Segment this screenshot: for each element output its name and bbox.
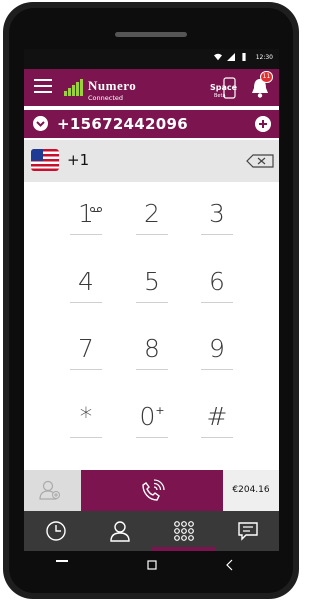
- earpiece-speaker: [115, 32, 187, 37]
- nav-recents[interactable]: [24, 511, 88, 551]
- back-key-icon[interactable]: [226, 559, 234, 571]
- account-balance[interactable]: €204.16: [223, 470, 279, 511]
- home-key-icon[interactable]: [147, 560, 157, 570]
- space-label: Space: [210, 83, 238, 92]
- connection-status: Connected: [88, 94, 124, 102]
- key-2[interactable]: 2: [135, 199, 169, 235]
- country-selector[interactable]: +1: [24, 140, 279, 182]
- key-8-digit: 8: [144, 334, 160, 363]
- space-beta-label: Beta: [214, 93, 226, 99]
- key-1-digit: 1: [78, 199, 94, 228]
- bottom-navigation: [24, 511, 279, 551]
- nav-messages[interactable]: [216, 511, 279, 551]
- menu-key-icon[interactable]: [56, 560, 68, 563]
- chat-icon: [238, 522, 258, 541]
- key-5-digit: 5: [144, 267, 160, 296]
- key-9-digit: 9: [209, 334, 225, 363]
- backspace-icon[interactable]: [246, 154, 274, 168]
- key-hash-digit: #: [206, 402, 228, 431]
- key-star-digit: *: [79, 402, 93, 431]
- key-4-digit: 4: [78, 267, 94, 296]
- clock-icon: [46, 521, 66, 541]
- dialed-number[interactable]: +15672442096: [57, 115, 188, 133]
- app-logo: Numero: [88, 75, 136, 94]
- nav-dialpad[interactable]: [152, 511, 216, 551]
- hamburger-icon[interactable]: [34, 79, 52, 95]
- system-navigation: [24, 551, 279, 581]
- key-7-digit: 7: [78, 334, 94, 363]
- key-3[interactable]: 3: [200, 199, 234, 235]
- key-7[interactable]: 7: [69, 334, 103, 370]
- key-hash[interactable]: #: [200, 402, 234, 438]
- country-code: +1: [67, 151, 90, 169]
- voicemail-icon: [90, 207, 102, 212]
- chevron-down-icon[interactable]: [33, 116, 48, 131]
- key-9[interactable]: 9: [200, 334, 234, 370]
- key-star[interactable]: *: [69, 402, 103, 438]
- status-bar: 12:30: [24, 49, 279, 69]
- key-6-digit: 6: [209, 267, 225, 296]
- dialpad-icon: [174, 521, 194, 541]
- notification-badge: 11: [260, 71, 273, 83]
- key-0-plus: +: [155, 404, 165, 417]
- app-header: Numero Connected Space Beta 11: [24, 69, 279, 106]
- key-4[interactable]: 4: [69, 267, 103, 303]
- battery-icon: [242, 53, 246, 61]
- key-3-digit: 3: [209, 199, 225, 228]
- us-flag-icon: [31, 149, 59, 171]
- key-2-digit: 2: [144, 199, 160, 228]
- contact-add-icon[interactable]: [38, 479, 62, 501]
- dial-keypad: 1 2 3 4 5 6 7 8 9 * 0+ #: [24, 182, 279, 470]
- dialed-number-bar: +15672442096: [24, 110, 279, 138]
- cell-signal-icon: [226, 53, 235, 61]
- key-0[interactable]: 0+: [135, 402, 169, 438]
- key-6[interactable]: 6: [200, 267, 234, 303]
- call-button[interactable]: [81, 470, 223, 511]
- key-5[interactable]: 5: [135, 267, 169, 303]
- key-8[interactable]: 8: [135, 334, 169, 370]
- logo-text: Numero: [88, 78, 137, 93]
- nav-contacts[interactable]: [88, 511, 152, 551]
- contact-icon: [110, 521, 130, 542]
- status-time: 12:30: [255, 53, 273, 61]
- app-screen: 12:30 Numero Connected Space Beta 11 +15…: [24, 49, 279, 551]
- wifi-call-icon: [142, 479, 165, 501]
- signal-bars-icon: [64, 78, 83, 96]
- key-1[interactable]: 1: [69, 199, 103, 235]
- action-bar: €204.16: [24, 470, 279, 511]
- wifi-icon: [213, 53, 222, 61]
- space-button[interactable]: Space Beta: [210, 77, 238, 99]
- plus-icon[interactable]: [255, 116, 271, 132]
- key-0-digit: 0: [139, 402, 156, 431]
